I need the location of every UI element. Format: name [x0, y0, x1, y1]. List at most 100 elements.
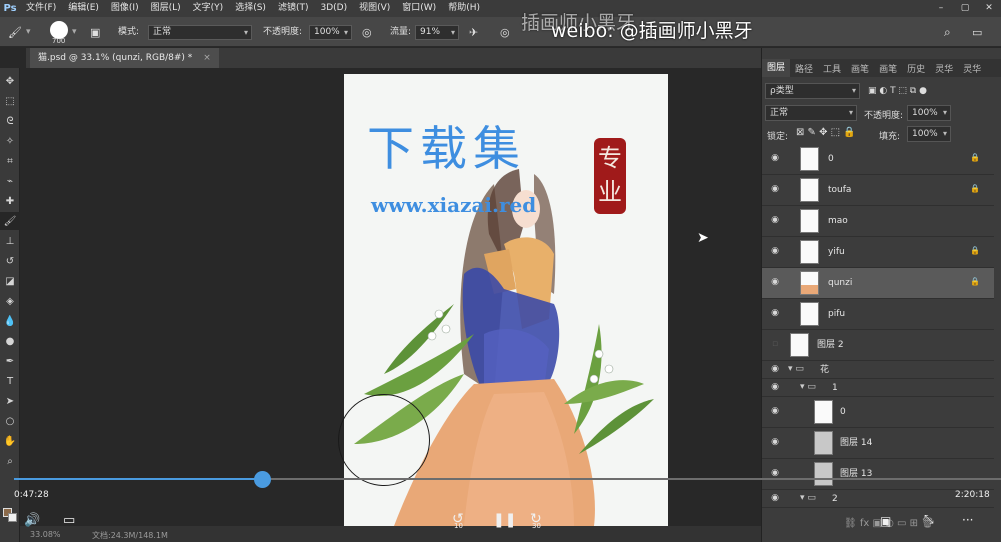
tab-linghua[interactable]: 灵华	[930, 62, 958, 75]
menu-edit[interactable]: 编辑(E)	[62, 0, 105, 17]
menu-view[interactable]: 视图(V)	[353, 0, 396, 17]
tab-layers[interactable]: 图层	[762, 59, 791, 77]
layer-row[interactable]: ◉ 0 🔒	[762, 144, 994, 175]
chevron-down-icon[interactable]: ▾	[26, 25, 31, 40]
blend-mode-select[interactable]: 正常 ▾	[765, 105, 857, 121]
type-tool-icon[interactable]: T	[0, 372, 20, 390]
pressure-size-icon[interactable]: ◎	[500, 25, 510, 40]
healing-brush-icon[interactable]: ✚	[0, 192, 20, 210]
eye-icon[interactable]: ◉	[769, 437, 781, 449]
magic-wand-icon[interactable]: ✧	[0, 132, 20, 150]
eye-icon[interactable]: ◉	[769, 406, 781, 418]
opacity-field[interactable]: 100% ▾	[309, 25, 352, 40]
hand-tool-icon[interactable]: ✋	[0, 432, 20, 450]
eye-icon[interactable]: ◉	[769, 277, 781, 289]
document-info: 文档:24.3M/148.1M	[92, 531, 168, 540]
eye-icon[interactable]: ◉	[769, 246, 781, 258]
shape-tool-icon[interactable]: ○	[0, 412, 20, 430]
pen-tool-icon[interactable]: ✒	[0, 352, 20, 370]
layer-row[interactable]: ◉ toufa 🔒	[762, 175, 994, 206]
tab-brush-2[interactable]: 画笔	[874, 62, 902, 75]
eye-icon[interactable]: ◉	[769, 153, 781, 165]
menu-select[interactable]: 选择(S)	[229, 0, 272, 17]
group-row-flower[interactable]: ◉ ▾ ▭ 花	[762, 361, 994, 379]
menu-type[interactable]: 文字(Y)	[187, 0, 230, 17]
zoom-level[interactable]: 33.08%	[30, 530, 61, 539]
zoom-tool-icon[interactable]: ⌕	[0, 452, 20, 470]
screen-mode-icon[interactable]: ▣	[880, 514, 891, 528]
menu-window[interactable]: 窗口(W)	[396, 0, 442, 17]
layer-filter-select[interactable]: ρ类型 ▾	[765, 83, 860, 99]
rewind-button[interactable]: ↺ 10	[450, 511, 472, 535]
brush-panel-icon[interactable]: ▣	[90, 25, 100, 40]
danmaku-icon[interactable]: ▭	[63, 513, 75, 528]
tab-tools[interactable]: 工具	[818, 62, 846, 75]
lock-icons[interactable]: ⊠ ✎ ✥ ⬚ 🔒	[796, 127, 856, 138]
layer-row[interactable]: ◉ 图层 13	[762, 459, 994, 490]
stamp-tool-icon[interactable]: ⊥	[0, 232, 20, 250]
pressure-opacity-icon[interactable]: ◎	[362, 25, 372, 40]
layer-row[interactable]: ◉ 图层 14	[762, 428, 994, 459]
more-icon[interactable]: ···	[962, 513, 973, 527]
layer-row[interactable]: ◉ 0	[762, 397, 994, 428]
tab-paths[interactable]: 路径	[790, 62, 818, 75]
dodge-tool-icon[interactable]: ●	[0, 332, 20, 350]
menu-3d[interactable]: 3D(D)	[314, 0, 353, 17]
brush-tool-icon[interactable]: 🖌	[0, 212, 20, 230]
menu-help[interactable]: 帮助(H)	[442, 0, 486, 17]
eye-icon[interactable]: ◉	[769, 364, 781, 376]
forward-button[interactable]: ↻ 30	[528, 511, 550, 535]
video-progress-handle[interactable]	[254, 471, 271, 488]
collapse-icon[interactable]: ⤡	[924, 512, 934, 527]
workspace-icon[interactable]: ▭	[972, 25, 982, 40]
mouse-pointer-icon: ➤	[697, 230, 709, 246]
layer-filter-icons[interactable]: ▣ ◐ T ⬚ ⧉ ●	[868, 83, 927, 99]
panel-opacity-field[interactable]: 100% ▾	[907, 105, 951, 121]
airbrush-icon[interactable]: ✈	[469, 25, 478, 40]
tab-brush[interactable]: 画笔	[846, 62, 874, 75]
menu-file[interactable]: 文件(F)	[20, 0, 62, 17]
close-button[interactable]: ✕	[977, 0, 1001, 17]
brush-tool-icon[interactable]: 🖌	[8, 25, 22, 40]
tab-history[interactable]: 历史	[902, 62, 930, 75]
path-select-icon[interactable]: ➤	[0, 392, 20, 410]
layer-row[interactable]: ◉ yifu 🔒	[762, 237, 994, 268]
eye-icon[interactable]: ◉	[769, 184, 781, 196]
lasso-tool-icon[interactable]: ᘓ	[0, 112, 20, 130]
fill-field[interactable]: 100% ▾	[907, 126, 951, 142]
maximize-button[interactable]: ▢	[953, 0, 977, 17]
layer-row[interactable]: ◉ pifu	[762, 299, 994, 330]
minimize-button[interactable]: –	[929, 0, 953, 17]
group-row-1[interactable]: ◉ ▾ ▭ 1	[762, 379, 994, 397]
history-brush-icon[interactable]: ↺	[0, 252, 20, 270]
blur-tool-icon[interactable]: 💧	[0, 312, 20, 330]
eye-icon[interactable]: ◉	[769, 215, 781, 227]
layer-row-selected[interactable]: ◉ qunzi 🔒	[762, 268, 994, 299]
menu-filter[interactable]: 滤镜(T)	[272, 0, 315, 17]
flow-field[interactable]: 91% ▾	[415, 25, 459, 40]
eye-icon[interactable]: ◉	[769, 382, 781, 394]
tab-linghua-2[interactable]: 灵华	[958, 62, 986, 75]
eye-hidden-icon[interactable]: ▫	[769, 339, 781, 351]
paint-bucket-icon[interactable]: ◈	[0, 292, 20, 310]
background-color-swatch[interactable]	[8, 513, 17, 522]
opacity-label: 不透明度:	[263, 27, 303, 37]
eye-icon[interactable]: ◉	[769, 308, 781, 320]
eye-icon[interactable]: ◉	[769, 493, 781, 505]
menu-image[interactable]: 图像(I)	[105, 0, 145, 17]
mode-select[interactable]: 正常 ▾	[148, 25, 252, 40]
chevron-down-icon[interactable]: ▾	[72, 25, 77, 40]
close-tab-icon[interactable]: ×	[203, 53, 211, 63]
layer-row[interactable]: ◉ mao	[762, 206, 994, 237]
menu-layer[interactable]: 图层(L)	[145, 0, 187, 17]
search-icon[interactable]: ⌕	[944, 25, 951, 40]
volume-icon[interactable]: 🔊	[24, 513, 40, 528]
pause-icon[interactable]: ❚❚	[493, 512, 516, 528]
crop-tool-icon[interactable]: ⌗	[0, 152, 20, 170]
eyedropper-icon[interactable]: ⌁	[0, 172, 20, 190]
document-tab[interactable]: 猫.psd @ 33.1% (qunzi, RGB/8#) * ×	[30, 48, 219, 68]
move-tool-icon[interactable]: ✥	[0, 72, 20, 90]
marquee-tool-icon[interactable]: ⬚	[0, 92, 20, 110]
eraser-icon[interactable]: ◪	[0, 272, 20, 290]
layer-row[interactable]: ▫ 图层 2	[762, 330, 994, 361]
